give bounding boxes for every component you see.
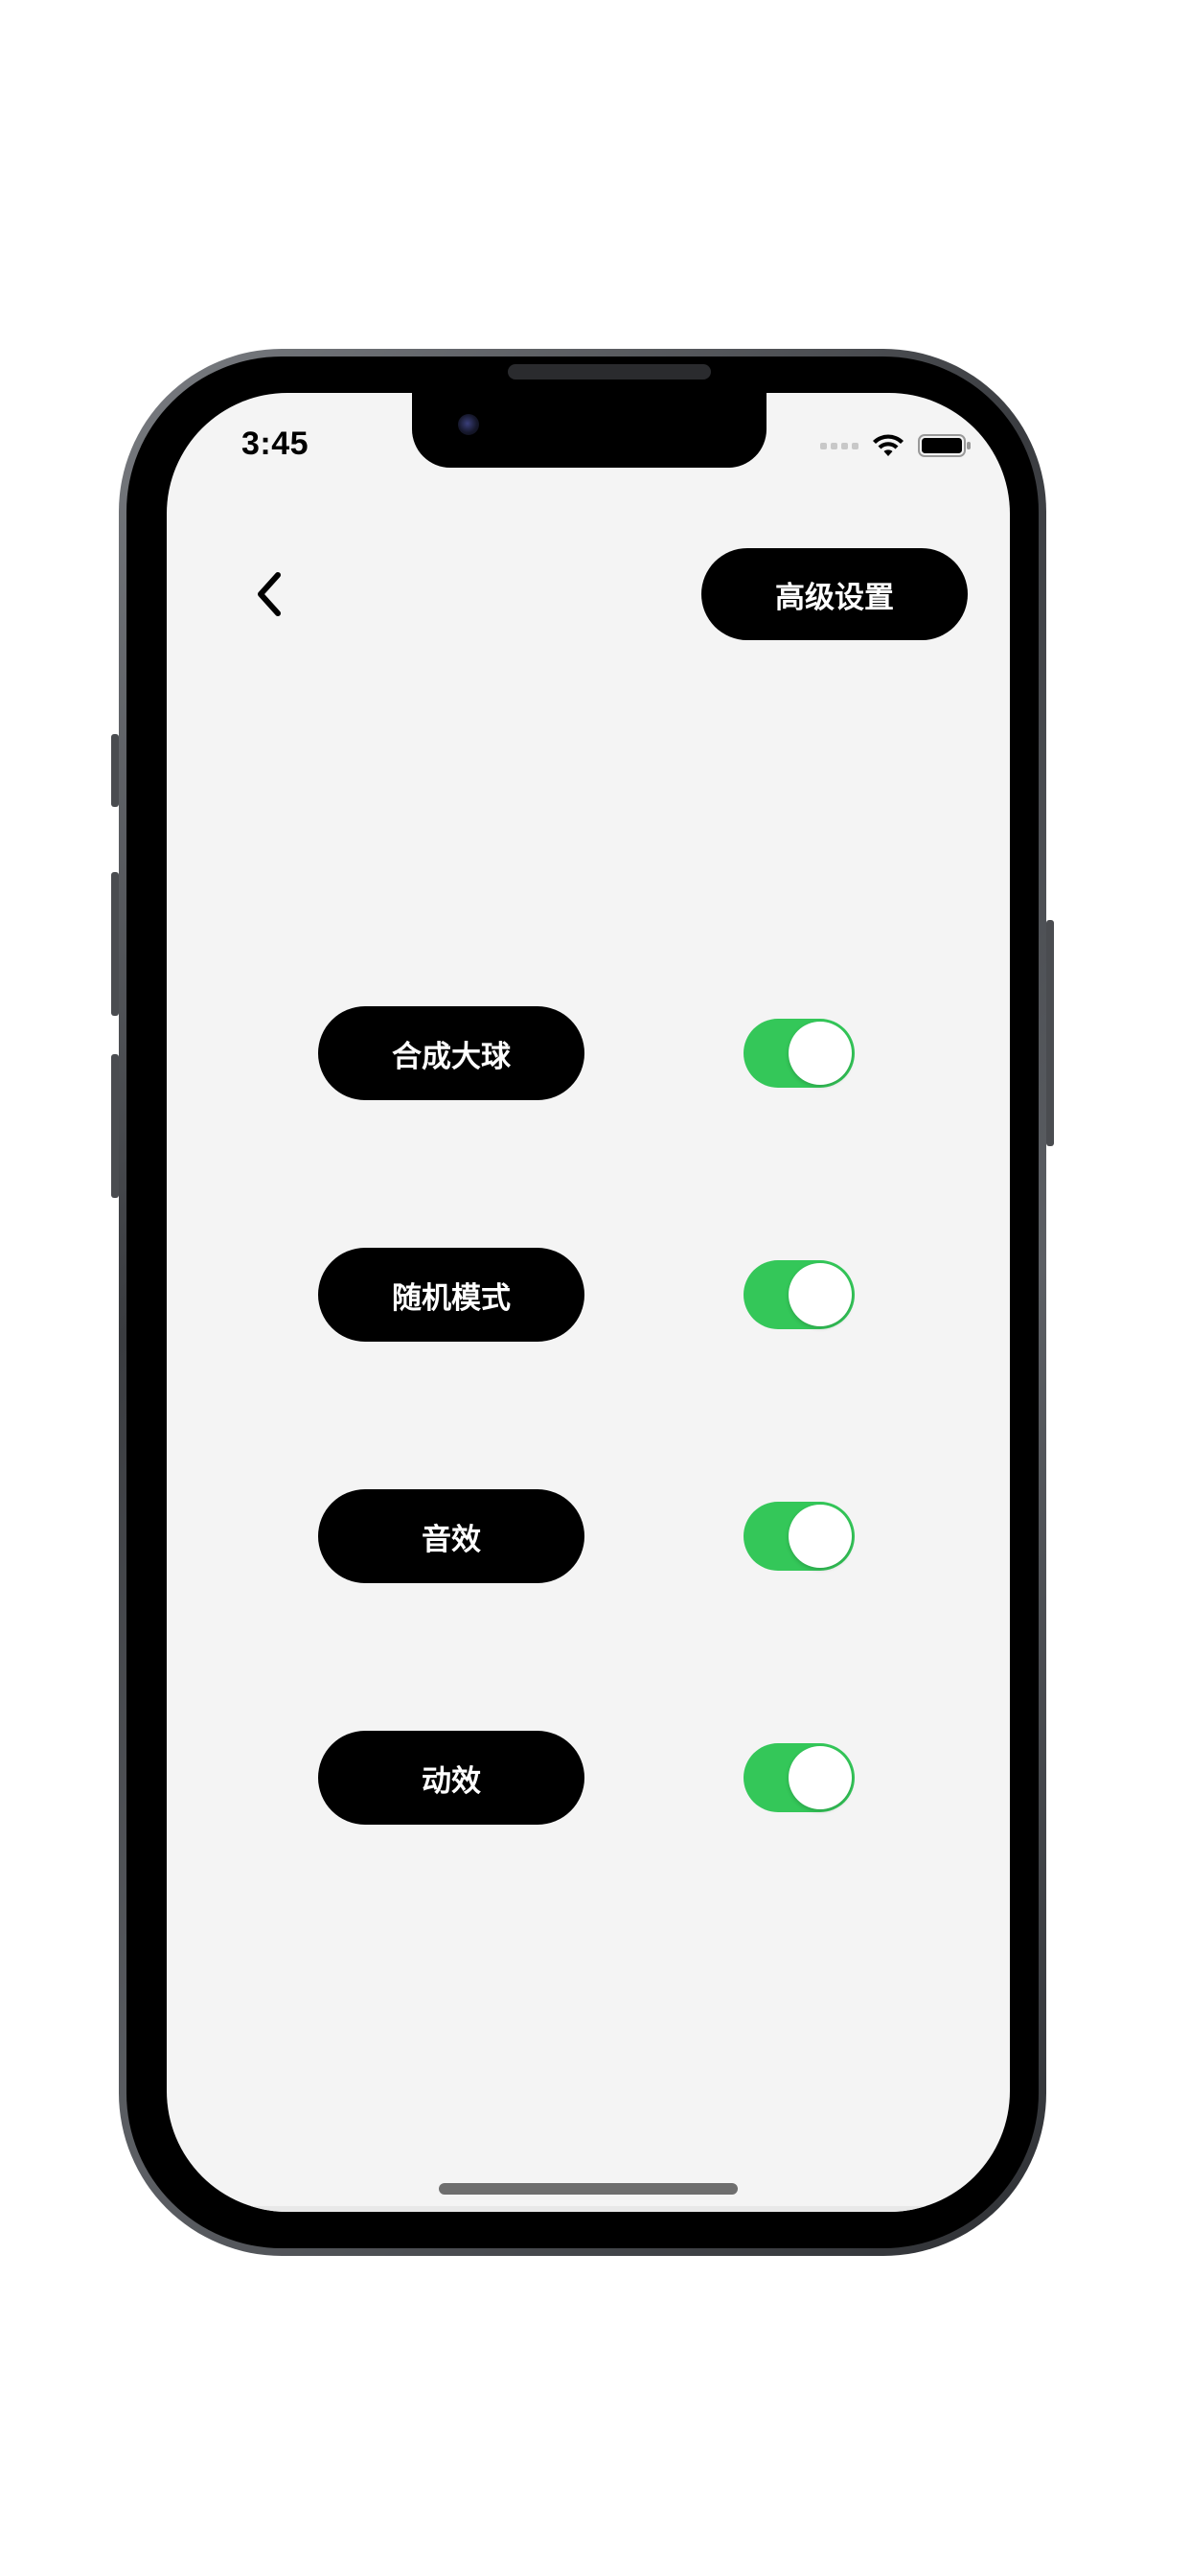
volume-down-button (111, 1054, 119, 1198)
earpiece-speaker (508, 364, 711, 380)
setting-label: 音效 (318, 1489, 584, 1583)
silent-switch (111, 734, 119, 807)
setting-row-animations: 动效 (167, 1731, 1010, 1825)
back-button[interactable] (241, 565, 299, 623)
toggle-knob (789, 1022, 852, 1085)
power-button (1046, 920, 1054, 1146)
status-time: 3:45 (241, 426, 309, 462)
random-mode-toggle[interactable] (744, 1260, 855, 1329)
toggle-knob (789, 1505, 852, 1568)
chevron-left-icon (258, 572, 281, 616)
front-camera-icon (458, 414, 479, 435)
setting-row-random-mode: 随机模式 (167, 1248, 1010, 1342)
status-icons (820, 431, 972, 460)
cellular-signal-icon (820, 442, 858, 449)
battery-icon (918, 434, 971, 457)
volume-up-button (111, 872, 119, 1016)
wifi-icon (873, 434, 904, 456)
merge-ball-toggle[interactable] (744, 1019, 855, 1088)
animations-toggle[interactable] (744, 1743, 855, 1812)
notch (412, 393, 767, 468)
toggle-knob (789, 1746, 852, 1809)
setting-label: 动效 (318, 1731, 584, 1825)
home-indicator[interactable] (439, 2183, 738, 2195)
sound-effects-toggle[interactable] (744, 1502, 855, 1571)
toggle-knob (789, 1263, 852, 1326)
screen-bottom-edge (167, 2206, 1010, 2212)
setting-label: 随机模式 (318, 1248, 584, 1342)
setting-label: 合成大球 (318, 1006, 584, 1100)
advanced-settings-button[interactable]: 高级设置 (701, 548, 968, 640)
setting-row-sound-effects: 音效 (167, 1489, 1010, 1583)
app-screen: 3:45 高级设置 合成大球 随机模式 音效 动效 (167, 393, 1010, 2212)
setting-row-merge-ball: 合成大球 (167, 1006, 1010, 1100)
